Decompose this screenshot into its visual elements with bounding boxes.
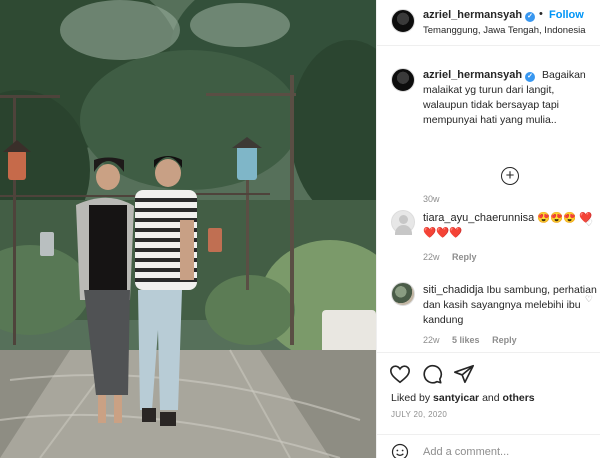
plus-circle-icon: + xyxy=(505,167,515,184)
photo-scene xyxy=(0,0,376,458)
caption-text-block: azriel_hermansyah ✓ Bagaikan malaikat yg … xyxy=(423,68,593,128)
author-avatar[interactable] xyxy=(391,9,415,33)
liked-by-prefix: Liked by xyxy=(391,392,431,404)
post-photo[interactable] xyxy=(0,0,376,458)
comment-meta: 22w Reply xyxy=(423,252,487,262)
comment-timestamp[interactable]: 22w xyxy=(423,252,440,262)
comment-username[interactable]: siti_chadidja xyxy=(423,284,484,296)
follow-button[interactable]: Follow xyxy=(549,9,584,21)
liked-by-summary: Liked by santyicar and others xyxy=(391,392,535,404)
author-username[interactable]: azriel_hermansyah ✓ xyxy=(423,9,536,22)
caption-author-username[interactable]: azriel_hermansyah ✓ xyxy=(423,69,536,82)
liked-by-and: and xyxy=(482,392,500,404)
comment-timestamp[interactable]: 22w xyxy=(423,335,440,345)
post-location[interactable]: Temanggung, Jawa Tengah, Indonesia xyxy=(423,25,586,36)
comment-like-heart-icon[interactable]: ♡ xyxy=(585,294,593,305)
post-header: azriel_hermansyah ✓ • Follow Temanggung, … xyxy=(377,0,600,46)
post-date[interactable]: JULY 20, 2020 xyxy=(391,410,447,419)
comment-avatar[interactable] xyxy=(391,210,415,235)
liked-by-others[interactable]: others xyxy=(503,392,535,404)
caption-author-username-text[interactable]: azriel_hermansyah xyxy=(423,69,522,81)
comment-input[interactable] xyxy=(423,443,583,458)
caption-author-avatar[interactable] xyxy=(391,68,415,92)
reply-button[interactable]: Reply xyxy=(492,335,517,345)
verified-badge-icon: ✓ xyxy=(525,72,536,82)
comment-username[interactable]: tiara_ayu_chaerunnisa xyxy=(423,212,534,224)
comment-like-count[interactable]: 5 likes xyxy=(452,335,480,345)
smiley-icon[interactable] xyxy=(391,443,409,458)
comment-meta: 22w 5 likes Reply xyxy=(423,335,527,345)
load-more-comments-button[interactable]: + xyxy=(501,167,519,185)
heart-icon[interactable] xyxy=(389,363,411,385)
comment-icon[interactable] xyxy=(421,363,443,385)
separator-dot: • xyxy=(539,8,543,20)
comment-text-block: tiara_ayu_chaerunnisa 😍😍😍 ❤️❤️❤️❤️ xyxy=(423,211,597,241)
post-sidebar: azriel_hermansyah ✓ • Follow Temanggung, … xyxy=(376,0,600,458)
reply-button[interactable]: Reply xyxy=(452,252,477,262)
author-username-text[interactable]: azriel_hermansyah xyxy=(423,9,522,21)
add-comment-bar xyxy=(377,434,600,458)
liked-by-user[interactable]: santyicar xyxy=(433,392,479,404)
verified-badge-icon: ✓ xyxy=(525,12,536,22)
comment-text-block: siti_chadidja Ibu sambung, perhatian dan… xyxy=(423,283,597,328)
comment-avatar[interactable] xyxy=(391,282,415,306)
caption-timestamp[interactable]: 30w xyxy=(423,194,440,204)
paper-plane-icon[interactable] xyxy=(453,363,475,385)
post-actions: Liked by santyicar and others JULY 20, 2… xyxy=(377,352,600,422)
comment-like-heart-icon[interactable]: ♡ xyxy=(585,218,593,229)
